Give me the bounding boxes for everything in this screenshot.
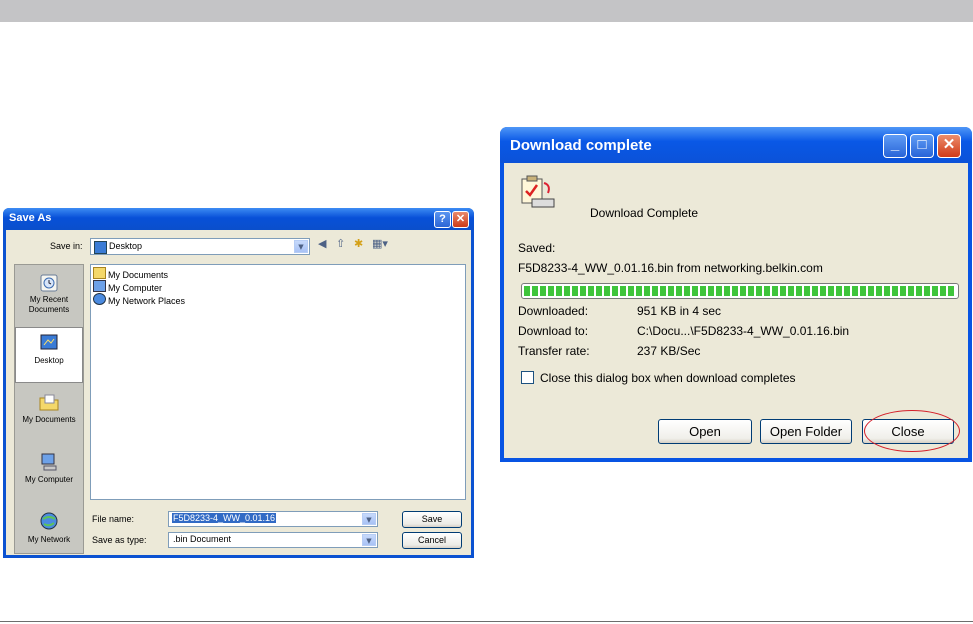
help-button[interactable]: ?	[434, 211, 451, 228]
my-network-icon	[40, 512, 58, 530]
desktop-icon	[94, 241, 107, 254]
open-button[interactable]: Open	[658, 419, 752, 444]
place-label: Desktop	[34, 356, 64, 365]
file-name-value: F5D8233-4_WW_0.01.16	[172, 513, 277, 523]
file-list[interactable]: My Documents My Computer My Network Plac…	[90, 264, 466, 500]
downloaded-label: Downloaded:	[518, 304, 589, 318]
recent-documents-icon	[40, 274, 58, 292]
save-in-dropdown[interactable]: Desktop ▼	[90, 238, 310, 255]
my-documents-icon	[39, 394, 59, 411]
new-folder-icon[interactable]: ✱	[354, 237, 363, 250]
progress-fill	[524, 286, 956, 296]
transfer-rate-value: 237 KB/Sec	[637, 344, 701, 358]
chevron-down-icon[interactable]: ▼	[362, 513, 376, 525]
place-label: My Computer	[24, 475, 73, 484]
cancel-button[interactable]: Cancel	[402, 532, 462, 549]
file-name-field[interactable]: F5D8233-4_WW_0.01.16 ▼	[168, 511, 378, 527]
save-as-body: Save in: Desktop ▼ ◀ ⇧ ✱ ▦▾ My Recent Do…	[6, 230, 471, 555]
list-item[interactable]: My Computer	[93, 280, 162, 293]
file-name-label: File name:	[92, 514, 135, 524]
list-item[interactable]: My Documents	[93, 267, 168, 280]
download-title: Download complete	[510, 137, 652, 154]
saved-label: Saved:	[518, 241, 556, 255]
header-bar	[0, 0, 973, 22]
save-as-dialog: Save As ? ✕ Save in: Desktop ▼ ◀ ⇧ ✱ ▦▾ …	[3, 208, 474, 558]
save-type-label: Save as type:	[92, 535, 147, 545]
place-recent-documents[interactable]: My Recent Documents	[15, 271, 83, 315]
desktop-icon	[40, 334, 58, 350]
place-my-network[interactable]: My Network	[15, 511, 83, 545]
download-complete-dialog: Download complete _ □ ✕ Download Complet…	[500, 127, 972, 462]
download-titlebar[interactable]: Download complete _ □ ✕	[500, 127, 972, 163]
place-my-documents[interactable]: My Documents	[15, 391, 83, 425]
open-folder-button[interactable]: Open Folder	[760, 419, 852, 444]
list-item-label: My Documents	[108, 270, 169, 280]
download-to-label: Download to:	[518, 324, 589, 338]
save-type-dropdown[interactable]: .bin Document ▼	[168, 532, 378, 548]
my-computer-icon	[41, 453, 57, 471]
chevron-down-icon[interactable]: ▼	[294, 240, 308, 253]
network-icon	[93, 293, 106, 305]
save-in-label: Save in:	[50, 241, 83, 251]
folder-icon	[93, 267, 106, 279]
transfer-rate-label: Transfer rate:	[518, 344, 590, 358]
place-label: My Network	[27, 535, 71, 544]
downloaded-value: 951 KB in 4 sec	[637, 304, 722, 318]
download-heading: Download Complete	[590, 206, 699, 220]
list-item[interactable]: My Network Places	[93, 293, 185, 306]
place-my-computer[interactable]: My Computer	[15, 451, 83, 485]
download-body: Download Complete Saved: F5D8233-4_WW_0.…	[504, 163, 968, 458]
close-when-complete-label[interactable]: Close this dialog box when download comp…	[540, 371, 796, 385]
place-label: My Recent Documents	[28, 295, 70, 314]
save-button[interactable]: Save	[402, 511, 462, 528]
maximize-button[interactable]: □	[910, 134, 934, 158]
minimize-button[interactable]: _	[883, 134, 907, 158]
download-to-value: C:\Docu...\F5D8233-4_WW_0.01.16.bin	[637, 324, 850, 338]
back-icon[interactable]: ◀	[318, 237, 326, 250]
views-menu-icon[interactable]: ▦▾	[372, 237, 388, 250]
list-item-label: My Computer	[108, 283, 163, 293]
place-label: My Documents	[22, 415, 76, 424]
download-progress-bar	[521, 283, 959, 299]
close-window-button[interactable]: ✕	[937, 134, 961, 158]
places-bar: My Recent Documents Desktop My Documents	[14, 264, 84, 554]
up-folder-icon[interactable]: ⇧	[336, 237, 345, 250]
close-button-highlight	[864, 410, 960, 452]
save-type-value: .bin Document	[173, 534, 232, 544]
place-desktop[interactable]: Desktop	[15, 327, 83, 383]
save-as-titlebar[interactable]: Save As ? ✕	[3, 208, 474, 230]
list-item-label: My Network Places	[108, 296, 186, 306]
chevron-down-icon[interactable]: ▼	[362, 534, 376, 546]
saved-value: F5D8233-4_WW_0.01.16.bin from networking…	[518, 261, 823, 275]
download-complete-icon	[521, 175, 555, 208]
save-in-value: Desktop	[109, 241, 143, 251]
close-when-complete-checkbox[interactable]	[521, 371, 534, 384]
save-as-title: Save As	[9, 212, 52, 224]
close-button[interactable]: ✕	[452, 211, 469, 228]
footer-rule	[0, 621, 973, 622]
computer-icon	[93, 280, 106, 292]
